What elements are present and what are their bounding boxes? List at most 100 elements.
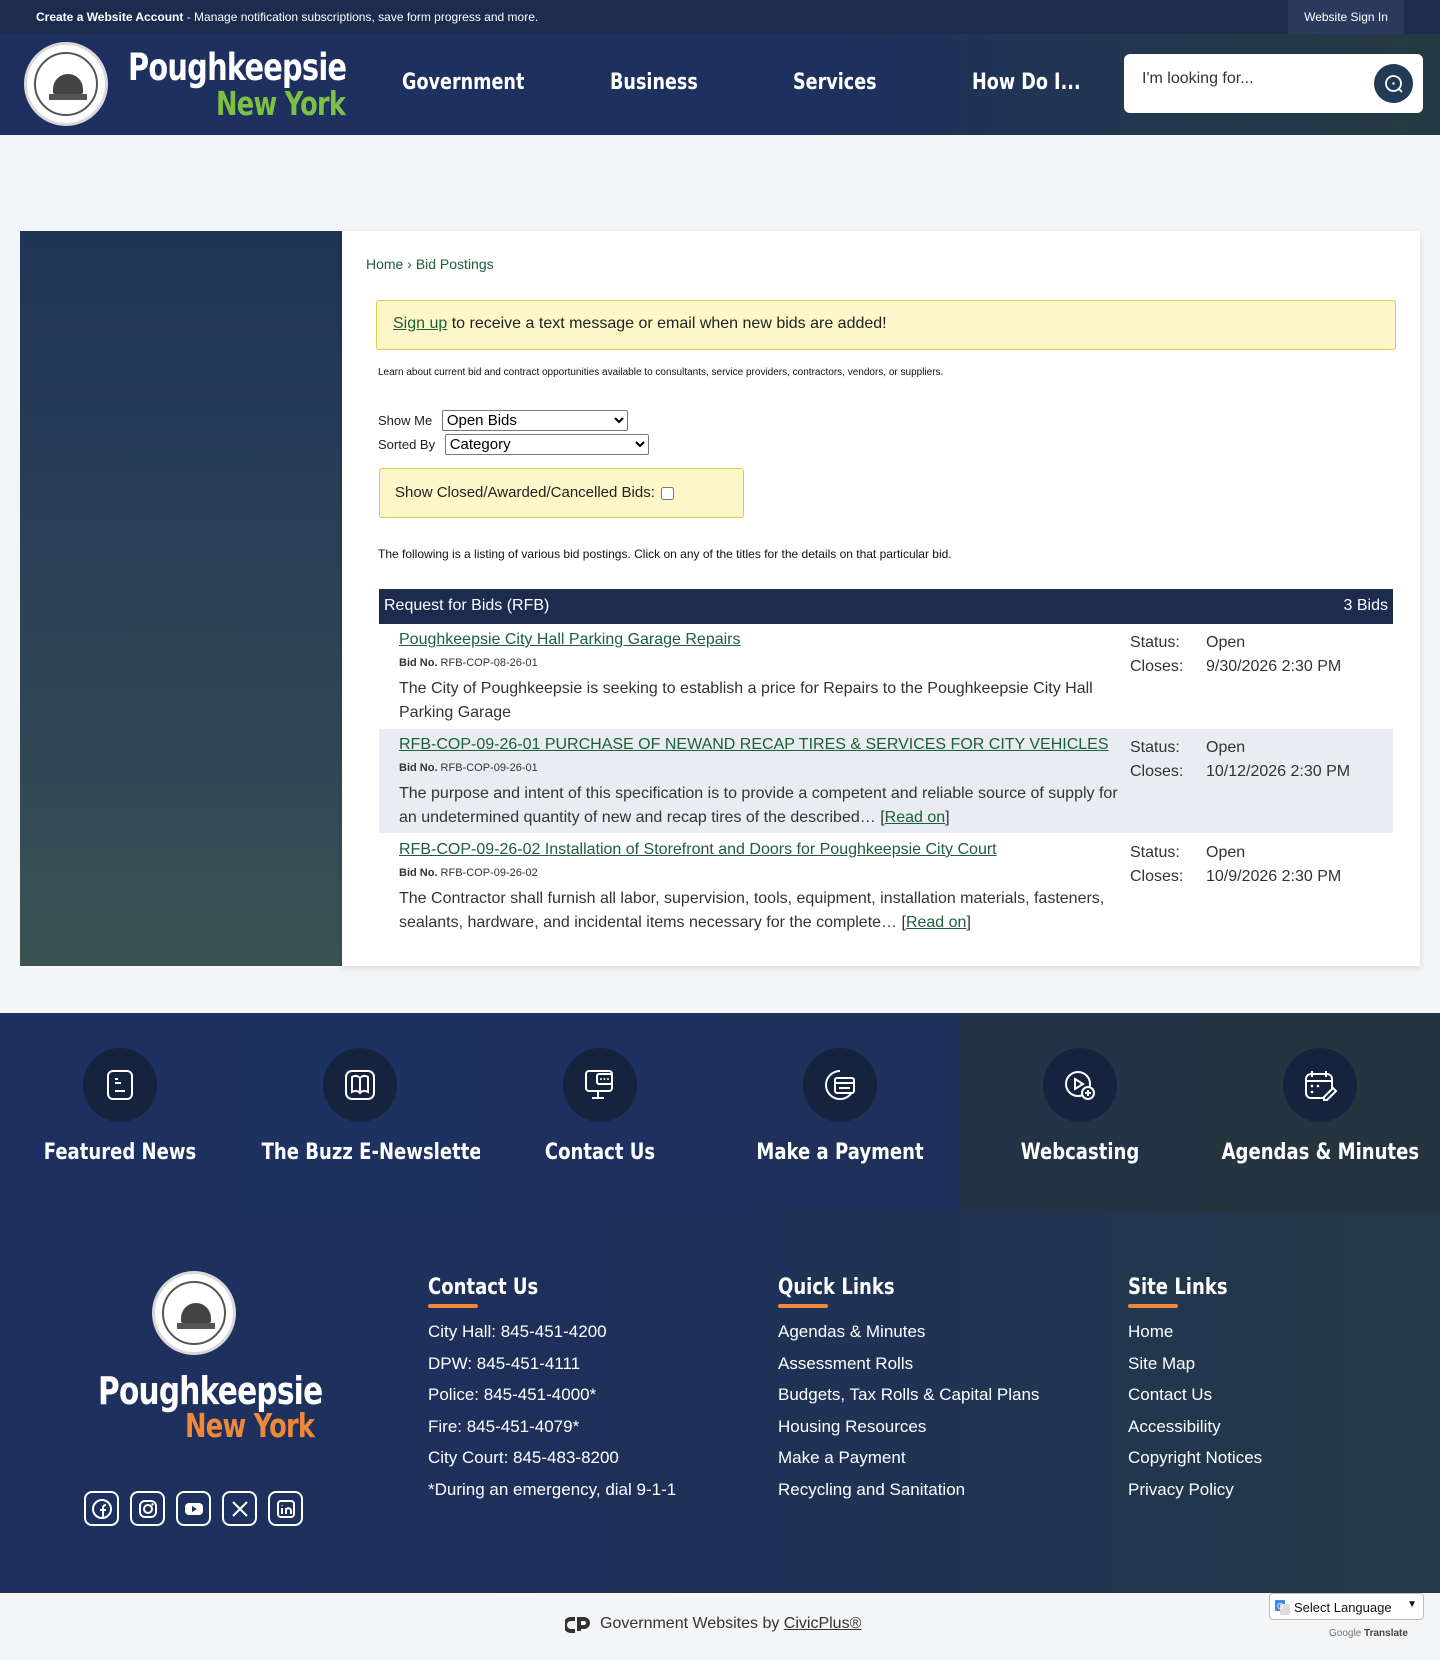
search-button[interactable] [1374,64,1413,103]
bid-title-link[interactable]: RFB-COP-09-26-01 PURCHASE OF NEWAND RECA… [399,736,1109,754]
quick-link-label: Contact Us [544,1140,656,1165]
bid-status-value: Open [1206,634,1246,651]
website-sign-in-button[interactable]: Website Sign In [1288,0,1404,34]
linkedin-link[interactable] [268,1491,303,1526]
nav-services[interactable]: Services [793,70,877,95]
bid-status: Status: Open Closes: 9/30/2026 2:30 PM [1130,634,1342,675]
bid-closes-value: 10/9/2026 2:30 PM [1206,868,1342,885]
site-header: Poughkeepsie New York Government Busines… [0,34,1440,135]
city-seal-logo[interactable] [24,42,108,126]
search-icon [1385,75,1403,93]
create-account-link[interactable]: Create a Website Account - Manage notifi… [36,10,538,24]
bid-closes-value: 9/30/2026 2:30 PM [1206,658,1342,675]
nav-government[interactable]: Government [402,70,524,95]
footer-site-link[interactable]: Site Map [1128,1354,1262,1386]
read-on-link[interactable]: Read on [906,914,967,931]
footer-quick-link[interactable]: Agendas & Minutes [778,1322,1039,1354]
breadcrumb-current[interactable]: Bid Postings [416,256,494,272]
bid-title-link[interactable]: Poughkeepsie City Hall Parking Garage Re… [399,631,741,649]
footer-site-link[interactable]: Accessibility [1128,1417,1262,1449]
footer-site-links-column: Site Links Home Site Map Contact Us Acce… [1128,1275,1262,1512]
book-icon [345,1070,375,1100]
footer-contact-heading[interactable]: Contact Us [428,1275,632,1300]
footer-title-state: New York [185,1406,315,1445]
svg-text:G: G [1277,1602,1283,1611]
footer-quick-links-column: Quick Links Agendas & Minutes Assessment… [778,1275,1039,1512]
footer-quick-link[interactable]: Make a Payment [778,1448,1039,1480]
powered-by-google: Google Translate [1329,1628,1408,1639]
bid-number: Bid No. RFB-COP-09-26-02 [399,867,538,879]
footer-quick-link[interactable]: Recycling and Sanitation [778,1480,1039,1512]
footer-quick-link[interactable]: Assessment Rolls [778,1354,1039,1386]
instagram-icon [138,1499,157,1518]
x-twitter-icon [231,1500,248,1517]
footer-site-heading[interactable]: Site Links [1128,1275,1238,1300]
youtube-icon [184,1502,203,1515]
create-account-description: - Manage notification subscriptions, sav… [183,10,539,24]
footer-quick-heading[interactable]: Quick Links [778,1275,992,1300]
bid-status-value: Open [1206,844,1246,861]
linkedin-icon [276,1499,295,1518]
nav-how-do-i[interactable]: How Do I... [972,70,1081,95]
quick-links-bar: Featured News The Buzz E-Newsletter Cont… [0,1013,1440,1213]
show-closed-box: Show Closed/Awarded/Cancelled Bids: [379,468,744,518]
quick-link-webcasting[interactable]: Webcasting [960,1013,1200,1213]
show-me-row: Show Me Open Bids [378,410,628,431]
footer-quick-link[interactable]: Budgets, Tax Rolls & Capital Plans [778,1385,1039,1417]
civicplus-logo-icon [565,1617,590,1633]
show-closed-checkbox[interactable] [660,486,674,500]
quick-link-featured-news[interactable]: Featured News [0,1013,240,1213]
show-me-label: Show Me [378,413,433,428]
footer-contact-item: Police: 845-451-4000* [428,1385,597,1405]
bid-number: Bid No. RFB-COP-08-26-01 [399,657,538,669]
quick-link-label: Featured News [43,1140,197,1165]
bid-title-link[interactable]: RFB-COP-09-26-02 Installation of Storefr… [399,841,997,859]
footer-site-link[interactable]: Copyright Notices [1128,1448,1262,1480]
breadcrumb-home[interactable]: Home [366,256,403,272]
sorted-by-select[interactable]: Category [444,434,649,455]
select-language-dropdown[interactable]: G Select Language ▼ [1269,1593,1424,1620]
bid-closes-value: 10/12/2026 2:30 PM [1206,763,1351,780]
create-account-label: Create a Website Account [36,10,184,24]
footer-site-link[interactable]: Privacy Policy [1128,1480,1262,1512]
nav-business[interactable]: Business [610,70,698,95]
footer-site-link[interactable]: Home [1128,1322,1262,1354]
civicplus-link[interactable]: CivicPlus® [784,1615,862,1632]
footer-contact-item: City Court: 845-483-8200 [428,1448,619,1468]
read-on-link[interactable]: Read on [885,809,946,826]
payment-icon [825,1070,855,1100]
top-bar: Create a Website Account - Manage notifi… [0,0,1440,34]
site-title-city[interactable]: Poughkeepsie [128,46,347,89]
quick-link-contact-us[interactable]: Contact Us [480,1013,720,1213]
signup-notice-text: to receive a text message or email when … [447,315,887,332]
show-me-select[interactable]: Open Bids [441,410,628,431]
sorted-by-row: Sorted By Category [378,434,649,455]
footer-contact-item: City Hall: 845-451-4200 [428,1322,607,1341]
footer-quick-link[interactable]: Housing Resources [778,1417,1039,1449]
footer-contact-item: DPW: 845-451-4111 [428,1353,581,1373]
select-language-label: Select Language [1294,1600,1392,1615]
bid-number: Bid No. RFB-COP-09-26-01 [399,762,538,774]
search-input[interactable] [1142,70,1362,88]
sign-up-link[interactable]: Sign up [393,315,447,332]
x-twitter-link[interactable] [222,1491,257,1526]
breadcrumb: Home › Bid Postings [366,256,494,272]
quick-link-buzz-newsletter[interactable]: The Buzz E-Newsletter [240,1013,490,1213]
quick-link-label: Make a Payment [756,1140,924,1165]
quick-link-agendas-minutes[interactable]: Agendas & Minutes [1200,1013,1440,1213]
facebook-icon [91,1498,112,1519]
search-box [1124,54,1423,113]
site-title-state[interactable]: New York [216,84,346,123]
facebook-link[interactable] [84,1491,119,1526]
bid-description: The City of Poughkeepsie is seeking to e… [399,680,1093,721]
show-closed-label: Show Closed/Awarded/Cancelled Bids: [395,484,655,501]
instagram-link[interactable] [130,1491,165,1526]
youtube-link[interactable] [176,1491,211,1526]
footer-contact-column: Contact Us City Hall: 845-451-4200 DPW: … [428,1275,676,1512]
footer-city-seal[interactable] [152,1271,236,1355]
bid-status: Status: Open Closes: 10/12/2026 2:30 PM [1130,739,1351,780]
google-translate-icon: G [1275,1600,1290,1615]
quick-link-make-payment[interactable]: Make a Payment [720,1013,960,1213]
footer-site-link[interactable]: Contact Us [1128,1385,1262,1417]
bid-status: Status: Open Closes: 10/9/2026 2:30 PM [1130,844,1342,885]
